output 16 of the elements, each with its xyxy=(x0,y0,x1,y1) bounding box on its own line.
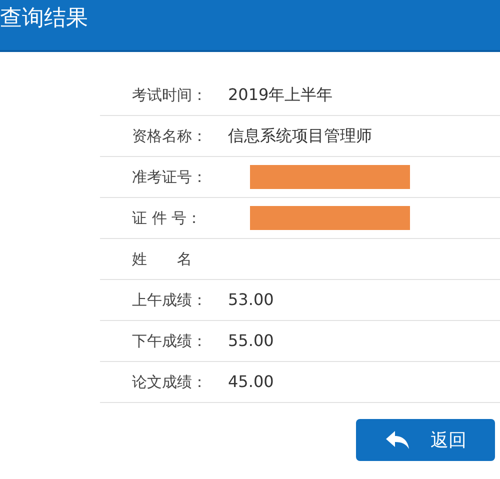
field-value: 信息系统项目管理师 xyxy=(228,125,372,147)
field-label: 下午成绩： xyxy=(131,330,208,352)
field-label: 论文成绩： xyxy=(131,372,208,393)
field-value: 2019年上半年 xyxy=(228,84,333,106)
field-label: 上午成绩： xyxy=(131,290,208,311)
page-title: 查询结果 xyxy=(0,8,88,33)
field-label: 姓 名 xyxy=(131,248,193,270)
field-label: 证 件 号： xyxy=(131,208,203,229)
field-value: 53.00 xyxy=(228,289,274,311)
field-value: 45.00 xyxy=(228,371,274,393)
field-label: 准考证号： xyxy=(131,166,208,188)
field-label: 考试时间： xyxy=(131,84,208,106)
reply-arrow-icon xyxy=(384,430,410,450)
back-button[interactable]: 返回 xyxy=(356,419,495,461)
field-label: 资格名称： xyxy=(131,126,208,147)
field-value: 55.00 xyxy=(228,330,274,352)
